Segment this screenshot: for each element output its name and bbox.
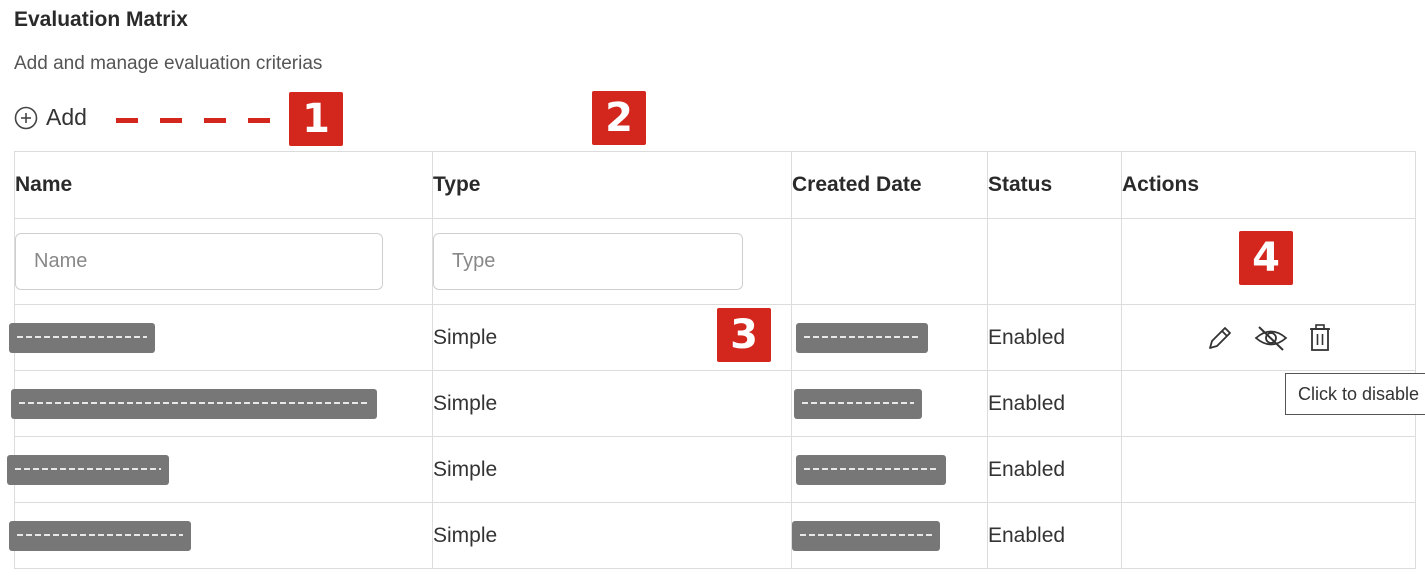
name-filter-cell [14,218,433,305]
delete-icon[interactable] [1307,323,1333,353]
table-row[interactable]: Simple Enabled [9,304,1416,371]
created-date-cell [791,502,988,569]
hide-icon[interactable] [1253,323,1289,353]
evaluation-table: Name Type Created Date Status Actions Na… [7,151,1416,569]
status-cell: Enabled [987,304,1122,371]
redacted-name [11,388,377,419]
table-header-row: Name Type Created Date Status Actions [14,151,1416,219]
page-title: Evaluation Matrix [14,8,188,31]
redacted-date [794,388,922,419]
created-date-cell [791,370,988,437]
status-cell: Enabled [987,502,1122,569]
edit-icon[interactable] [1205,323,1235,353]
annotation-marker-2: 2 [592,91,646,145]
annotation-dash-line [116,118,292,123]
actions-cell [1121,304,1416,371]
add-button[interactable]: Add [14,104,87,131]
type-filter-cell [432,218,792,305]
created-date-cell [791,304,988,371]
actions-cell [1121,436,1416,503]
page-subtitle: Add and manage evaluation criterias [14,53,323,74]
column-header-name[interactable]: Name [14,151,433,219]
redacted-date [796,322,928,353]
redacted-name [7,454,169,485]
table-row[interactable]: Simple Enabled [7,436,1416,503]
annotation-marker-4: 4 [1239,231,1293,285]
actions-cell [1121,502,1416,569]
status-filter-cell [987,218,1122,305]
annotation-marker-3: 3 [717,308,771,362]
column-header-status[interactable]: Status [987,151,1122,219]
name-cell [9,502,433,569]
name-cell [7,436,433,503]
column-header-actions: Actions [1121,151,1416,219]
redacted-name [9,322,155,353]
annotation-marker-1: 1 [289,92,343,146]
table-row[interactable]: Simple Enabled [9,502,1416,569]
add-button-label: Add [46,104,87,130]
status-cell: Enabled [987,370,1122,437]
type-cell: Simple [432,502,792,569]
column-header-type[interactable]: Type [432,151,792,219]
type-cell: Simple [432,436,792,503]
created-date-cell [791,436,988,503]
type-filter-input[interactable] [433,233,743,290]
disable-tooltip: Click to disable [1285,373,1425,415]
name-cell [9,304,433,371]
evaluation-matrix-page: Evaluation Matrix Add and manage evaluat… [0,0,1425,580]
type-cell: Simple [432,370,792,437]
table-row[interactable]: Simple Enabled [11,370,1416,437]
filter-row [14,218,1416,305]
status-cell: Enabled [987,436,1122,503]
name-cell [11,370,433,437]
row-actions [1205,323,1333,353]
plus-circle-icon [14,106,38,130]
redacted-date [796,454,946,485]
created-filter-cell [791,218,988,305]
redacted-name [9,520,191,551]
column-header-created-date[interactable]: Created Date [791,151,988,219]
redacted-date [792,520,940,551]
name-filter-input[interactable] [15,233,383,290]
